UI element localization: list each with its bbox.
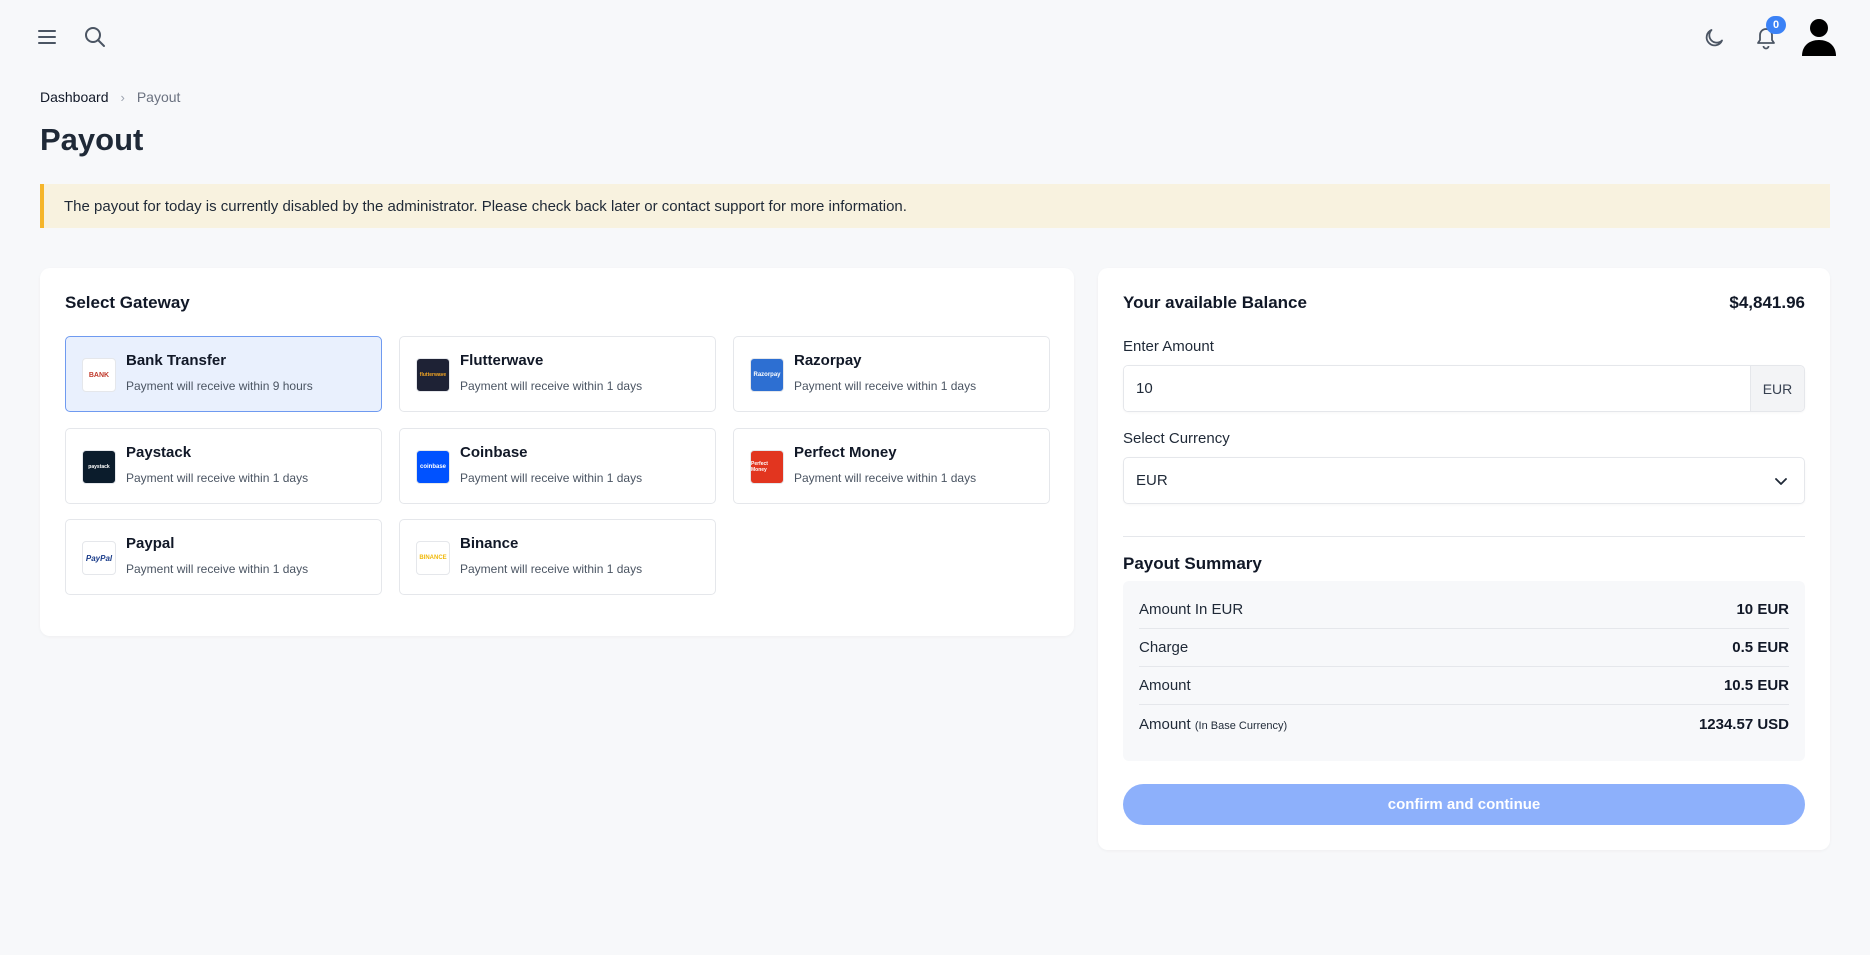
- gateway-desc: Payment will receive within 1 days: [460, 471, 643, 485]
- gateway-flutterwave[interactable]: flutterwave Flutterwave Payment will rec…: [399, 336, 716, 412]
- coinbase-logo-icon: coinbase: [416, 450, 450, 484]
- breadcrumb-separator-icon: ›: [120, 89, 125, 105]
- summary-value: 1234.57 USD: [1698, 715, 1789, 733]
- confirm-continue-button[interactable]: confirm and continue: [1123, 784, 1805, 825]
- perfect-money-logo-icon: Perfect Money: [750, 450, 784, 484]
- gateway-coinbase[interactable]: coinbase Coinbase Payment will receive w…: [399, 428, 716, 504]
- gateway-name: Flutterwave: [460, 352, 544, 369]
- bank-transfer-logo-icon: BANK: [82, 358, 116, 392]
- currency-select[interactable]: EUR: [1123, 457, 1805, 504]
- gateway-card: Select Gateway BANK Bank Transfer Paymen…: [40, 268, 1074, 636]
- gateway-name: Bank Transfer: [126, 352, 227, 369]
- currency-label: Select Currency: [1123, 430, 1230, 447]
- breadcrumb: Dashboard › Payout: [40, 89, 180, 105]
- gateway-name: Binance: [460, 535, 519, 552]
- summary-label: Amount: [1139, 715, 1191, 733]
- gateway-paystack[interactable]: paystack Paystack Payment will receive w…: [65, 428, 382, 504]
- menu-icon[interactable]: [34, 24, 60, 50]
- breadcrumb-dashboard-link[interactable]: Dashboard: [40, 89, 109, 105]
- summary-row-charge: Charge 0.5 EUR: [1139, 629, 1789, 667]
- alert-message: The payout for today is currently disabl…: [64, 197, 907, 215]
- notification-badge: 0: [1766, 16, 1786, 34]
- binance-logo-icon: BINANCE: [416, 541, 450, 575]
- gateway-name: Paypal: [126, 535, 175, 552]
- balance-value: $4,841.96: [1729, 293, 1805, 312]
- amount-label: Enter Amount: [1123, 338, 1214, 355]
- chevron-down-icon: [1775, 478, 1787, 485]
- summary-value: 0.5 EUR: [1732, 639, 1789, 656]
- moon-icon[interactable]: [1700, 24, 1728, 52]
- summary-sublabel: (In Base Currency): [1194, 719, 1288, 732]
- gateway-name: Coinbase: [460, 444, 528, 461]
- gateway-desc: Payment will receive within 1 days: [126, 562, 309, 576]
- balance-card: Your available Balance $4,841.96 Enter A…: [1098, 268, 1830, 850]
- summary-label-group: Amount (In Base Currency): [1139, 716, 1287, 733]
- gateway-name: Paystack: [126, 444, 192, 461]
- page-title: Payout: [40, 122, 144, 157]
- gateway-desc: Payment will receive within 1 days: [794, 379, 977, 393]
- summary-row-amount-base: Amount (In Base Currency) 1234.57 USD: [1139, 705, 1789, 743]
- currency-selected-value: EUR: [1136, 472, 1168, 489]
- summary-label: Amount: [1139, 677, 1191, 694]
- flutterwave-logo-icon: flutterwave: [416, 358, 450, 392]
- summary-box: Amount In EUR 10 EUR Charge 0.5 EUR Amou…: [1123, 581, 1805, 761]
- summary-row-amount-eur: Amount In EUR 10 EUR: [1139, 591, 1789, 629]
- summary-heading: Payout Summary: [1123, 554, 1262, 573]
- gateway-perfect-money[interactable]: Perfect Money Perfect Money Payment will…: [733, 428, 1050, 504]
- summary-label: Charge: [1139, 639, 1189, 656]
- summary-row-amount: Amount 10.5 EUR: [1139, 667, 1789, 705]
- gateway-desc: Payment will receive within 1 days: [460, 562, 643, 576]
- gateway-razorpay[interactable]: Razorpay Razorpay Payment will receive w…: [733, 336, 1050, 412]
- summary-value: 10.5 EUR: [1723, 677, 1789, 694]
- top-bar: 0: [0, 0, 1870, 76]
- gateway-desc: Payment will receive within 1 days: [794, 471, 977, 485]
- gateway-name: Razorpay: [794, 352, 862, 369]
- gateway-desc: Payment will receive within 9 hours: [126, 379, 313, 393]
- gateway-bank-transfer[interactable]: BANK Bank Transfer Payment will receive …: [65, 336, 382, 412]
- summary-label: Amount In EUR: [1139, 601, 1244, 618]
- gateway-paypal[interactable]: PayPal Paypal Payment will receive withi…: [65, 519, 382, 595]
- summary-value: 10 EUR: [1736, 601, 1789, 618]
- paystack-logo-icon: paystack: [82, 450, 116, 484]
- gateway-desc: Payment will receive within 1 days: [126, 471, 309, 485]
- paypal-logo-icon: PayPal: [82, 541, 116, 575]
- gateway-heading: Select Gateway: [65, 293, 190, 312]
- amount-input-group: EUR: [1123, 365, 1805, 412]
- divider: [1123, 536, 1805, 537]
- gateway-desc: Payment will receive within 1 days: [460, 379, 643, 393]
- gateway-binance[interactable]: BINANCE Binance Payment will receive wit…: [399, 519, 716, 595]
- razorpay-logo-icon: Razorpay: [750, 358, 784, 392]
- warning-alert: The payout for today is currently disabl…: [40, 184, 1830, 228]
- balance-label: Your available Balance: [1123, 293, 1307, 312]
- gateway-name: Perfect Money: [794, 444, 897, 461]
- breadcrumb-current: Payout: [136, 89, 181, 105]
- avatar[interactable]: [1800, 18, 1838, 56]
- amount-input[interactable]: [1124, 366, 1750, 411]
- search-icon[interactable]: [82, 24, 108, 50]
- amount-currency-suffix: EUR: [1750, 366, 1804, 411]
